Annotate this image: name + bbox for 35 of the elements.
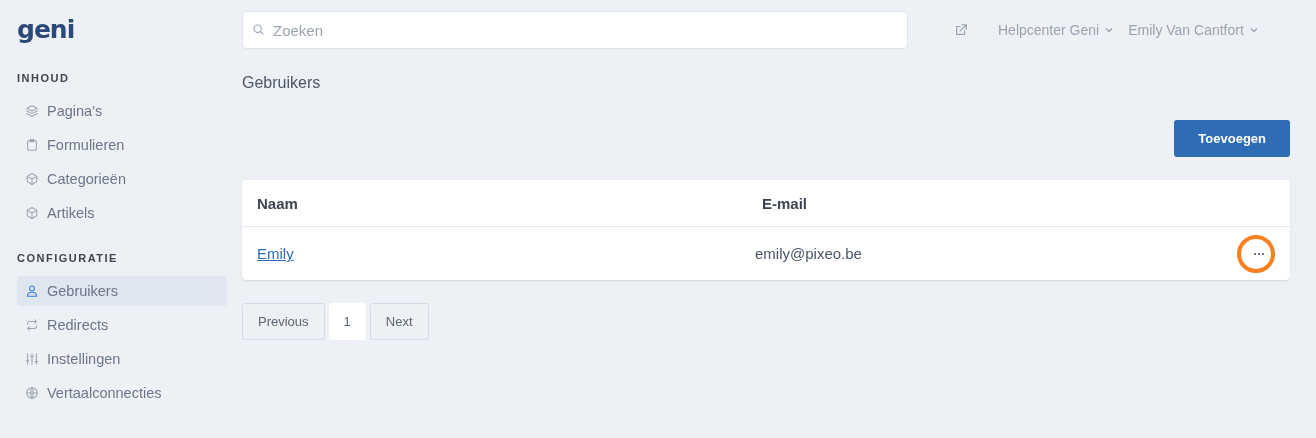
- sliders-icon: [25, 352, 39, 366]
- page-button[interactable]: 1: [328, 303, 366, 340]
- logo[interactable]: geni: [17, 14, 227, 48]
- sidebar-item[interactable]: Instellingen: [17, 344, 227, 374]
- cube-icon: [25, 172, 39, 186]
- section-heading: INHOUD: [17, 72, 71, 84]
- table-cell-text: emily@pixeo.be: [755, 245, 863, 262]
- cube-icon: [25, 206, 39, 220]
- search-icon: [252, 23, 265, 36]
- user-link[interactable]: Emily: [257, 245, 755, 262]
- sidebar-item[interactable]: Artikels: [17, 198, 227, 228]
- column-header: E-mail: [762, 194, 808, 212]
- caret-icon: [1104, 25, 1115, 35]
- dropdown-menu[interactable]: Emily Van Cantfort: [1128, 22, 1259, 38]
- sidebar-item[interactable]: Gebruikers: [17, 276, 227, 306]
- column-header: Naam: [257, 194, 299, 212]
- sidebar-item[interactable]: Redirects: [17, 310, 227, 340]
- sidebar-item[interactable]: Categorieën: [17, 164, 227, 194]
- more-icon[interactable]: [1253, 251, 1265, 256]
- globe-icon: [25, 386, 39, 400]
- add-button[interactable]: Toevoegen: [1174, 120, 1290, 157]
- layers-icon: [25, 104, 39, 118]
- page-title: Gebruikers: [242, 74, 322, 92]
- sidebar-item[interactable]: Pagina's: [17, 96, 227, 126]
- search-field[interactable]: Zoeken: [242, 11, 908, 49]
- section-heading: CONFIGURATIE: [17, 252, 119, 264]
- arrows-icon: [25, 318, 39, 332]
- sidebar-item[interactable]: Vertaalconnecties: [17, 378, 227, 408]
- sidebar-item[interactable]: Formulieren: [17, 130, 227, 160]
- next-button[interactable]: Next: [369, 303, 429, 340]
- user-icon: [25, 284, 39, 298]
- dropdown-menu[interactable]: Helpcenter Geni: [998, 22, 1115, 38]
- clipboard-icon: [25, 138, 39, 152]
- previous-button[interactable]: Previous: [242, 303, 325, 340]
- caret-icon: [1248, 25, 1259, 35]
